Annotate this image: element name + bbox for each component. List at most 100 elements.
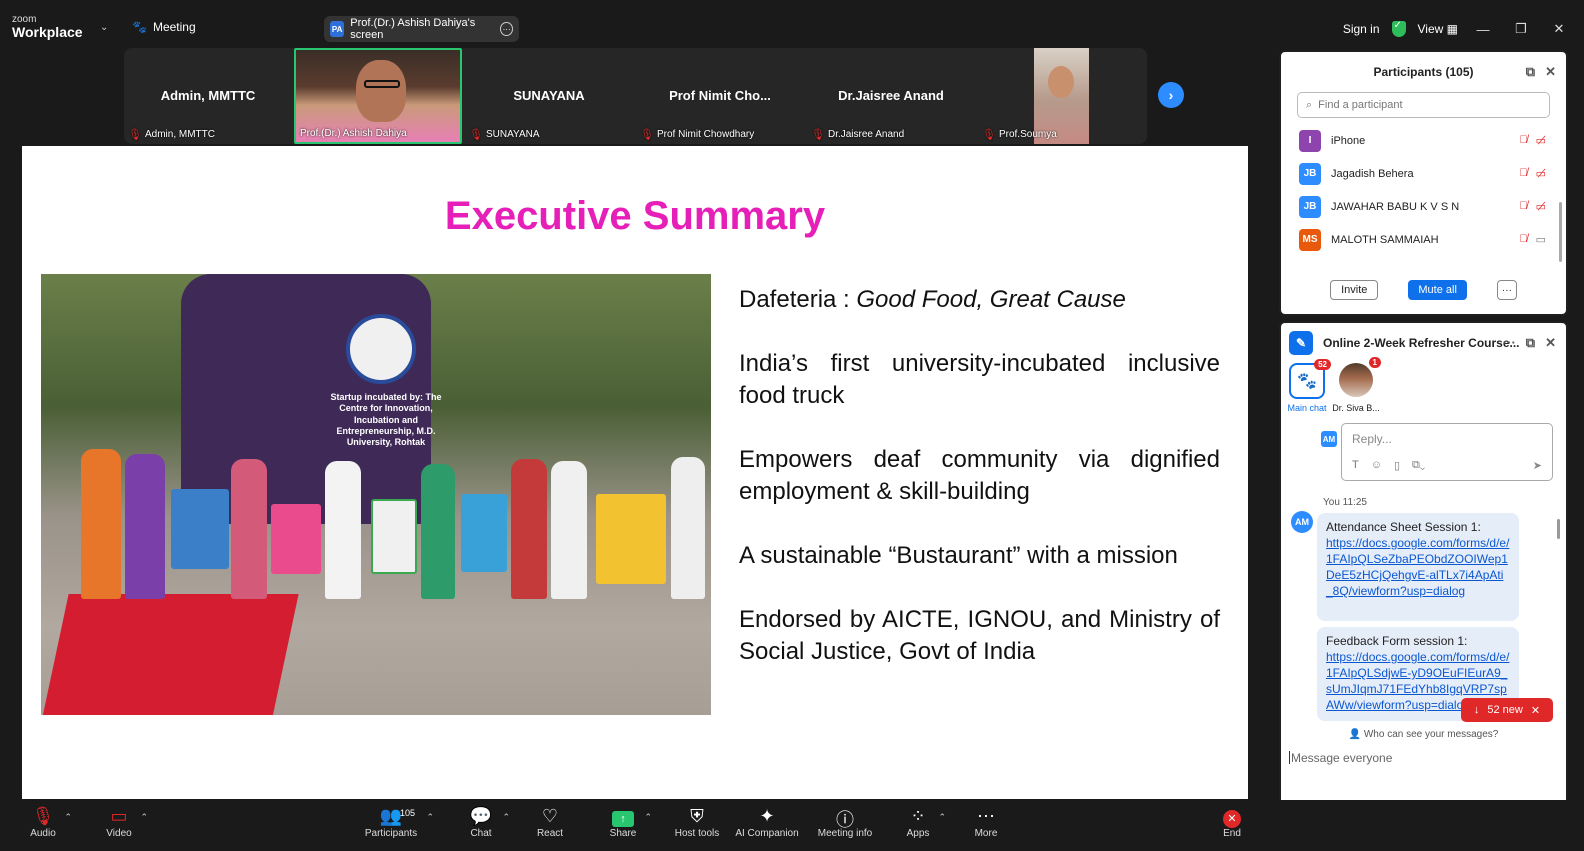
chevron-up-icon[interactable]: ⌃ [426,812,434,823]
format-text-icon[interactable]: T [1352,459,1359,472]
participant-row[interactable]: I iPhone 🎙̸ ▭̸ [1281,124,1566,157]
gallery-next-button[interactable]: › [1158,82,1184,108]
status-icons: 🎙̸ ▭̸ [1519,134,1546,147]
chevron-up-icon[interactable]: ⌃ [502,812,510,823]
participant-tile-video[interactable]: Prof.(Dr.) Ashish Dahiya [294,48,462,144]
screen-share-label: Prof.(Dr.) Ashish Dahiya's screen [350,17,476,41]
send-icon[interactable]: ➤ [1533,459,1542,472]
more-options-icon[interactable]: ··· [500,22,513,36]
apps-button[interactable]: ⁘ Apps ⌃ [904,806,946,839]
message-input[interactable]: Message everyone [1289,751,1392,765]
avatar: JB [1299,162,1321,185]
participant-row[interactable]: MS MALOTH SAMMAIAH 🎙̸ ▭ [1281,223,1566,256]
status-icons: 🎙̸ ▭̸ [1519,167,1546,180]
person-shape [231,459,267,599]
sign-in-link[interactable]: Sign in [1343,22,1380,36]
close-icon[interactable]: ✕ [1545,64,1556,80]
chat-button[interactable]: 💬 Chat ⌃ [466,806,510,839]
close-icon[interactable]: ✕ [1545,335,1556,351]
participant-search-input[interactable]: ⌕ Find a participant [1297,92,1550,118]
participants-panel: Participants (105) ⧉ ✕ ⌕ Find a particip… [1279,50,1568,316]
participant-name: JAWAHAR BABU K V S N [1331,200,1460,213]
share-button[interactable]: ↑ Share ⌃ [608,806,652,839]
top-bar: zoom Workplace ⌄ 🐾 Meeting PA Prof.(Dr.)… [0,10,1584,48]
close-icon[interactable]: ✕ [1531,704,1540,717]
bullet-4: A sustainable “Bustaurant” with a missio… [739,542,1178,569]
pop-out-icon[interactable]: ⧉ [1526,64,1535,80]
tile-label-text: SUNAYANA [485,129,540,140]
tile-name: Admin, MMTTC [160,88,256,103]
screen-share-pill[interactable]: PA Prof.(Dr.) Ashish Dahiya's screen ··· [324,16,519,42]
participants-title: Participants (105) [1373,65,1474,79]
screenshot-icon[interactable]: ⧉⌄ [1412,459,1425,472]
camera-off-icon: ▭ [110,806,128,826]
meeting-info-button[interactable]: ⓘ Meeting info [816,806,874,839]
minimize-icon[interactable]: — [1470,22,1496,37]
face-shape [356,60,406,122]
reply-input[interactable]: Reply... T ☺ ▯ ⧉⌄ ➤ [1341,423,1553,481]
more-options-icon[interactable]: ··· [1503,335,1516,351]
tile-label: 🎙 Prof.Soumya [982,128,1057,141]
heart-icon: ♡ [541,806,559,826]
audio-button[interactable]: 🎙 Audio ⌃ [28,806,72,839]
end-button[interactable]: ✕ End [1218,806,1246,839]
react-button[interactable]: ♡ React [534,806,566,839]
reply-area: AM Reply... T ☺ ▯ ⧉⌄ ➤ [1281,419,1566,489]
close-icon[interactable]: ✕ [1546,21,1572,37]
invite-button[interactable]: Invite [1330,280,1379,300]
more-button[interactable]: ··· [1496,280,1517,300]
view-button[interactable]: View ▦ [1418,22,1458,36]
video-button[interactable]: ▭ Video ⌃ [104,806,148,839]
chevron-down-icon[interactable]: ⌄ [100,22,108,33]
avatar: MS [1299,228,1321,251]
participant-name: iPhone [1331,134,1366,147]
participants-button[interactable]: 👥 105 Participants ⌃ [362,806,434,839]
meeting-toolbar: 🎙 Audio ⌃ ▭ Video ⌃ 👥 105 Participants ⌃… [0,800,1584,851]
file-icon[interactable]: ▯ [1394,459,1400,472]
dm-chat-tab[interactable]: 1 Dr. Siva B... [1326,357,1386,413]
chevron-up-icon[interactable]: ⌃ [644,812,652,823]
grid-icon: ▦ [1446,22,1458,36]
camera-off-icon: ▭̸ [1535,168,1546,180]
new-messages-button[interactable]: ↓ 52 new ✕ [1461,698,1553,722]
tile-name: Prof Nimit Cho... [669,88,771,103]
meeting-menu-button[interactable]: 🐾 Meeting [132,20,196,34]
mic-muted-icon: 🎙̸ [1519,134,1528,146]
participant-row[interactable]: JB Jagadish Behera 🎙̸ ▭̸ [1281,157,1566,190]
ai-companion-label: AI Companion [735,828,799,839]
message-link[interactable]: https://docs.google.com/forms/d/e/1FAIpQ… [1326,536,1509,598]
chevron-up-icon[interactable]: ⌃ [64,812,72,823]
chat-scrollbar[interactable] [1557,519,1560,539]
host-tools-button[interactable]: ⛨ Host tools [672,806,722,839]
restore-icon[interactable]: ❐ [1508,21,1534,37]
participant-tile[interactable]: Prof Nimit Cho... 🎙 Prof Nimit Chowdhary [636,48,804,144]
chevron-up-icon[interactable]: ⌃ [938,812,946,823]
participant-tile[interactable]: Admin, MMTTC 🎙 Admin, MMTTC [124,48,292,144]
tile-label: 🎙 Prof Nimit Chowdhary [640,128,754,141]
participant-tile[interactable]: Dr.Jaisree Anand 🎙 Dr.Jaisree Anand [807,48,975,144]
chat-label: Chat [470,828,492,839]
participant-tile[interactable]: SUNAYANA 🎙 SUNAYANA [465,48,633,144]
participant-row[interactable]: JB JAWAHAR BABU K V S N 🎙̸ ▭̸ [1281,190,1566,223]
arrow-down-icon: ↓ [1473,704,1480,716]
glasses-shape [364,80,400,88]
poster-shape [271,504,321,574]
pop-out-icon[interactable]: ⧉ [1526,335,1535,351]
info-icon: ⓘ [836,810,854,830]
presenter-avatar: PA [330,21,345,37]
who-can-see-link[interactable]: 👤 Who can see your messages? [1281,729,1566,740]
security-shield-icon[interactable] [1391,20,1406,37]
person-shape [325,461,361,599]
bullet-1: Dafeteria : Good Food, Great Cause [739,284,1220,316]
mute-all-button[interactable]: Mute all [1408,280,1467,300]
tile-label: 🎙 SUNAYANA [469,128,540,141]
more-button[interactable]: ⋯ More [972,806,1000,839]
avatar: I [1299,129,1321,152]
tile-label: Prof.(Dr.) Ashish Dahiya [300,128,407,139]
chevron-up-icon[interactable]: ⌃ [140,812,148,823]
participants-scrollbar[interactable] [1559,202,1562,262]
chevron-right-icon: › [1168,87,1174,103]
shield-icon: ⛨ [690,806,704,826]
ai-companion-button[interactable]: ✦ AI Companion [734,806,800,839]
emoji-icon[interactable]: ☺ [1371,459,1382,472]
